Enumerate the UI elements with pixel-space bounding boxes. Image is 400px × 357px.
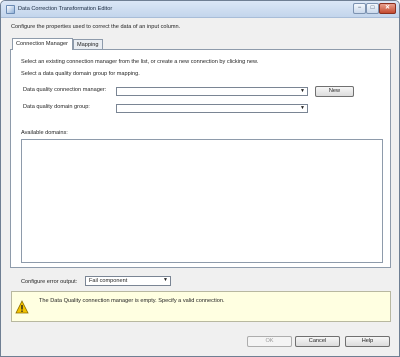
dialog-description: Configure the properties used to correct… — [11, 24, 181, 30]
title-bar[interactable]: Data Correction Transformation Editor − … — [1, 1, 399, 18]
chevron-down-icon[interactable]: ▼ — [299, 105, 306, 112]
close-button[interactable]: ✕ — [379, 3, 396, 14]
warning-bar: The Data Quality connection manager is e… — [11, 291, 391, 322]
warning-icon — [15, 300, 29, 314]
help-button[interactable]: Help — [345, 336, 390, 347]
tab-connection-manager[interactable]: Connection Manager — [12, 38, 73, 50]
chevron-down-icon[interactable]: ▼ — [299, 88, 306, 95]
error-output-dropdown[interactable]: Fail component ▼ — [85, 276, 171, 286]
chevron-down-icon[interactable]: ▼ — [162, 277, 169, 284]
connection-manager-panel: Select an existing connection manager fr… — [10, 49, 391, 268]
new-connection-button[interactable]: New — [315, 86, 354, 97]
connection-manager-label: Data quality connection manager: — [23, 87, 107, 93]
maximize-button[interactable]: □ — [366, 3, 379, 14]
available-domains-list[interactable] — [21, 139, 383, 263]
error-output-value: Fail component — [89, 278, 128, 284]
dialog-window: Data Correction Transformation Editor − … — [0, 0, 400, 357]
app-icon — [6, 5, 15, 14]
cancel-button[interactable]: Cancel — [295, 336, 340, 347]
error-output-label: Configure error output: — [21, 279, 78, 285]
instruction-text-1: Select an existing connection manager fr… — [21, 59, 259, 65]
minimize-button[interactable]: − — [353, 3, 366, 14]
instruction-text-2: Select a data quality domain group for m… — [21, 71, 140, 77]
ok-button[interactable]: OK — [247, 336, 292, 347]
connection-manager-dropdown[interactable]: ▼ — [116, 87, 308, 96]
window-title: Data Correction Transformation Editor — [18, 6, 113, 12]
domain-group-dropdown[interactable]: ▼ — [116, 104, 308, 113]
available-domains-label: Available domains: — [21, 130, 68, 136]
domain-group-label: Data quality domain group: — [23, 104, 90, 110]
warning-message: The Data Quality connection manager is e… — [39, 298, 225, 304]
